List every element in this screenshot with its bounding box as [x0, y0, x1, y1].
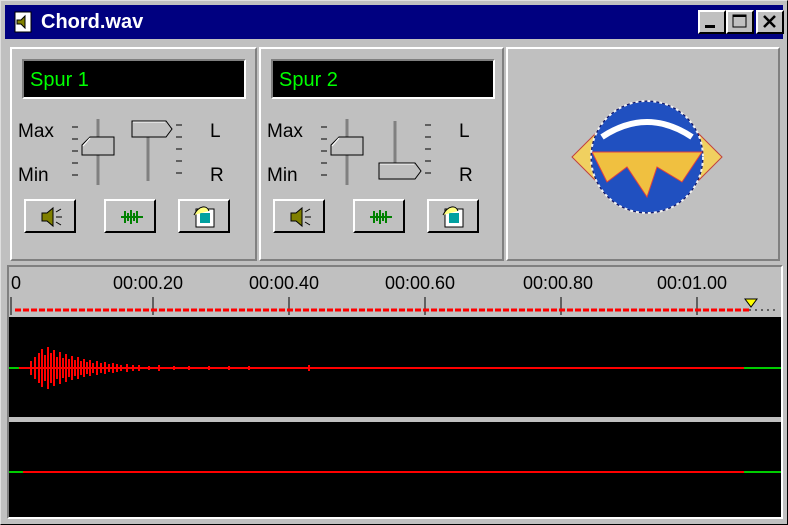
pan-left-label: L — [210, 121, 221, 142]
properties-button[interactable] — [427, 199, 479, 233]
hand-paper-icon — [193, 206, 215, 228]
waveform-icon — [370, 210, 392, 224]
track-2-name[interactable]: Spur 2 — [271, 59, 495, 99]
pan-right-label: R — [459, 165, 473, 186]
minimize-icon — [705, 25, 715, 28]
maximize-icon — [732, 14, 747, 28]
volume-min-label: Min — [18, 165, 49, 186]
track-1-panel: Spur 1 Max Min L R — [10, 47, 257, 261]
volume-max-label: Max — [267, 121, 303, 142]
pan-left-label: L — [459, 121, 470, 142]
waveform-button[interactable] — [353, 199, 405, 233]
waveform-button[interactable] — [104, 199, 156, 233]
speaker-icon — [290, 206, 311, 228]
pan-right-label: R — [210, 165, 224, 186]
track-1-name[interactable]: Spur 1 — [22, 59, 246, 99]
app-window: Chord.wav Spur 1 Max Min L R Spur 2 Max … — [0, 0, 788, 525]
ruler-ticks — [10, 297, 779, 315]
volume-slider[interactable] — [321, 119, 364, 185]
track-2-waveform[interactable] — [9, 422, 781, 517]
waveform-view[interactable]: 0 00:00.20 00:00.40 00:00.60 00:00.80 00… — [7, 265, 783, 519]
maximize-button[interactable] — [726, 10, 754, 34]
volume-slider[interactable] — [72, 119, 115, 185]
volume-max-label: Max — [18, 121, 54, 142]
track-1-waveform[interactable] — [9, 319, 781, 417]
volume-min-label: Min — [267, 165, 298, 186]
globe-icon — [571, 100, 723, 214]
close-icon — [763, 15, 776, 28]
window-title: Chord.wav — [41, 11, 144, 33]
track-1-sliders — [72, 119, 182, 185]
pan-slider[interactable] — [131, 120, 182, 181]
mute-button[interactable] — [24, 199, 76, 233]
track-controls: Spur 1 Max Min L R Spur 2 Max Min L R — [10, 47, 780, 261]
mute-button[interactable] — [273, 199, 325, 233]
pan-slider[interactable] — [378, 121, 431, 180]
document-speaker-icon — [14, 11, 32, 33]
hand-paper-icon — [442, 206, 464, 228]
logo-panel — [506, 47, 780, 261]
properties-button[interactable] — [178, 199, 230, 233]
track-2-sliders — [321, 119, 431, 185]
playhead-marker — [744, 298, 758, 308]
close-button[interactable] — [756, 10, 784, 34]
waveform-icon — [121, 210, 143, 224]
speaker-icon — [41, 206, 62, 228]
title-bar[interactable]: Chord.wav — [5, 5, 784, 39]
time-ruler[interactable]: 0 00:00.20 00:00.40 00:00.60 00:00.80 00… — [9, 267, 781, 317]
minimize-button[interactable] — [698, 10, 726, 34]
track-2-panel: Spur 2 Max Min L R — [259, 47, 504, 261]
